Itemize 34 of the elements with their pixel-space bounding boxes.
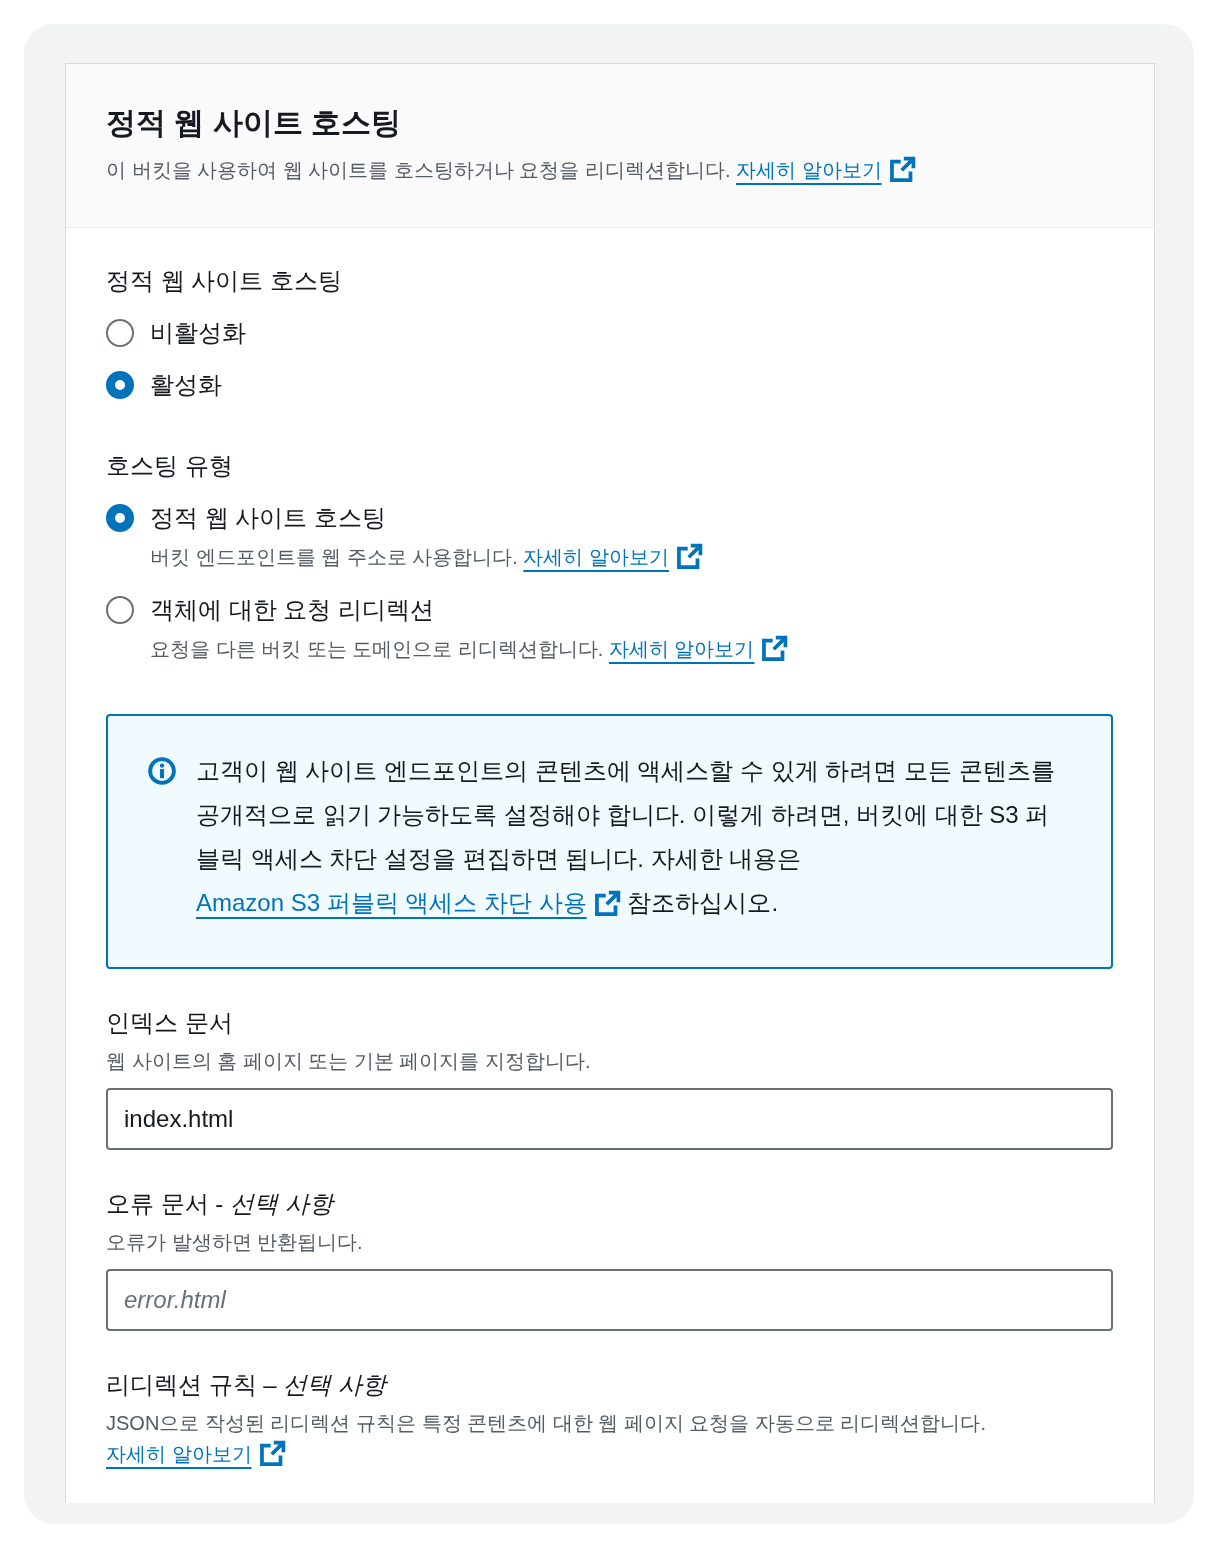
field-description: 웹 사이트의 홈 페이지 또는 기본 페이지를 지정합니다. — [106, 1049, 592, 1074]
radio-label: 비활성화 — [150, 318, 247, 348]
option-description: 요청을 다른 버킷 또는 도메인으로 리디렉션합니다. 자세히 알아보기 — [150, 634, 1113, 664]
learn-more-link[interactable]: 자세히 알아보기 — [736, 159, 916, 181]
field-label: 인덱스 문서 — [106, 1008, 234, 1038]
external-link-icon — [594, 890, 621, 916]
external-link-icon — [762, 635, 789, 661]
radio-button[interactable] — [106, 596, 134, 624]
text-field[interactable]: index.html — [106, 1088, 1113, 1150]
learn-more-link[interactable]: 자세히 알아보기 — [523, 546, 703, 568]
radio-label: 객체에 대한 요청 리디렉션 — [150, 595, 435, 625]
field-label: 오류 문서 - 선택 사항 — [106, 1189, 336, 1219]
help-link[interactable]: Amazon S3 퍼블릭 액세스 차단 사용 — [196, 889, 621, 916]
field-label: 리디렉션 규칙 – 선택 사항 — [106, 1370, 389, 1400]
external-link-icon — [676, 543, 703, 569]
option-description: 버킷 엔드포인트를 웹 주소로 사용합니다. 자세히 알아보기 — [150, 542, 1113, 572]
radio-label: 정적 웹 사이트 호스팅 — [150, 503, 387, 533]
radio-label: 활성화 — [150, 370, 223, 400]
panel-description: 이 버킷을 사용하여 웹 사이트를 호스팅하거나 요청을 리디렉션합니다. 자세히 알아보기 — [106, 155, 1114, 185]
info-icon — [148, 757, 176, 785]
group-label: 호스팅 유형 — [106, 451, 234, 481]
external-link-icon — [259, 1440, 286, 1466]
field-description: JSON으로 작성된 리디렉션 규칙은 특정 콘텐츠에 대한 웹 페이지 요청을 자동으로 리디렉션합니다. 자세히 알아보기 — [106, 1411, 988, 1468]
radio-button[interactable] — [106, 371, 134, 399]
radio-button[interactable] — [106, 504, 134, 532]
learn-more-link[interactable]: 자세히 알아보기 — [106, 1443, 286, 1465]
text-field[interactable]: error.html — [106, 1269, 1113, 1331]
field-description: 오류가 발생하면 반환됩니다. — [106, 1230, 364, 1255]
learn-more-link[interactable]: 자세히 알아보기 — [608, 638, 789, 660]
alert-text: 고객이 웹 사이트 엔드포인트의 콘텐츠에 액세스할 수 있게 하려면 모든 콘텐츠를 공개적으로 읽기 가능하도록 설정해야 합니다. 이렇게 하려면, 버킷에 대한 S3 퍼블릭 액세스 차단 설정을 편집하면 됩니다. 자세한 내용은 Amazon S3 퍼블릭 액세스 차단 사용 참조하십시오. — [196, 756, 1056, 918]
panel-title: 정적 웹 사이트 호스팅 — [106, 105, 402, 141]
group-label: 정적 웹 사이트 호스팅 — [106, 266, 343, 296]
external-link-icon — [889, 156, 916, 182]
radio-button[interactable] — [106, 319, 134, 347]
